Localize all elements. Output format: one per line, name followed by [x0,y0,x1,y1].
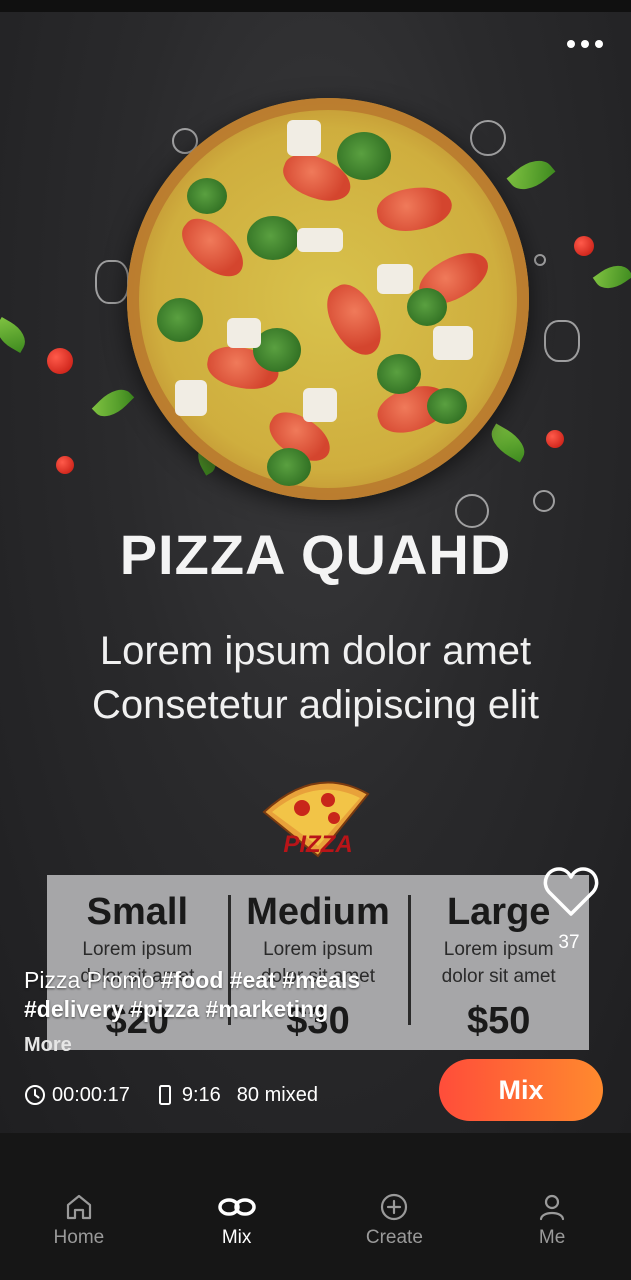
logo-text: PIZZA [283,831,352,858]
user-icon [540,1194,565,1221]
broccoli-topping [247,216,299,260]
nav-label: Home [53,1227,105,1248]
template-preview[interactable]: PIZZA QUAHD Lorem ipsum dolor amet Conse… [0,12,631,1133]
dot [595,40,603,48]
size-name: Small [86,891,189,933]
template-meta: 00:00:17 9:16 80 mixed [24,1082,318,1108]
nav-item-mix[interactable]: Mix [158,1133,316,1280]
broccoli-topping [337,132,391,180]
basil-leaf [506,151,556,199]
tomato [56,456,74,474]
squid-topping [287,120,321,156]
squid-topping [377,264,413,294]
more-link[interactable]: More [24,1034,72,1057]
decor-sketch [533,490,555,512]
aspect-ratio: 9:16 [181,1083,221,1106]
mix-button[interactable]: Mix [439,1059,603,1121]
more-options-icon[interactable] [565,34,605,54]
broccoli-topping [267,448,311,486]
basil-leaf [91,381,135,425]
tomato [574,236,594,256]
broccoli-topping [427,388,467,424]
nav-label: Mix [221,1227,252,1248]
squid-topping [175,380,207,416]
nav-label: Create [365,1227,423,1248]
squid-topping [227,318,261,348]
basil-leaf [485,423,531,463]
size-name: Medium [246,891,390,933]
nav-item-me[interactable]: Me [473,1133,631,1280]
dot [567,40,575,48]
clock-icon [25,1085,45,1105]
dot [581,40,589,48]
squid-topping [297,228,343,252]
poster-subtitle: Lorem ipsum dolor amet Consetetur adipis… [0,624,631,732]
size-desc-line: Lorem ipsum [82,939,193,960]
pizza-image [127,98,529,500]
duration: 00:00:17 [52,1083,130,1106]
broccoli-topping [157,298,203,342]
tomato [47,348,73,374]
status-strip [0,0,631,12]
caption-text: Pizza Promo [24,967,155,993]
bottom-nav: Home Mix Create Me [0,1133,631,1280]
heart-icon[interactable] [543,866,599,918]
broccoli-topping [407,288,447,326]
caption: Pizza Promo #food #eat #meals #delivery … [24,966,444,1024]
basil-leaf [592,258,631,296]
decor-sketch [95,260,129,304]
caption-hashtags[interactable]: #delivery #pizza #marketing [24,996,328,1022]
size-desc-line: Lorem ipsum [263,939,373,960]
decor-sketch [470,120,506,156]
basil-leaf [0,316,32,354]
broccoli-topping [377,354,421,394]
squid-topping [303,388,337,422]
nav-item-create[interactable]: Create [316,1133,474,1280]
subtitle-line: Lorem ipsum dolor amet [99,629,532,673]
link-icon [217,1198,256,1216]
decor-sketch [534,254,546,266]
poster-title: PIZZA QUAHD [119,523,512,586]
nav-label: Me [538,1227,566,1248]
aspect-ratio-icon [158,1085,171,1105]
tomato [546,430,564,448]
nav-item-home[interactable]: Home [0,1133,158,1280]
subtitle-line: Consetetur adipiscing elit [92,683,539,727]
caption-hashtags[interactable]: #food #eat #meals [161,967,360,993]
like-count: 37 [558,932,580,953]
squid-topping [433,326,473,360]
broccoli-topping [187,178,227,214]
mixed-count: 80 mixed [236,1083,318,1106]
home-icon [66,1194,91,1220]
decor-sketch [544,320,580,362]
plus-circle-icon [381,1193,408,1221]
pizza-logo: PIZZA [262,781,370,858]
